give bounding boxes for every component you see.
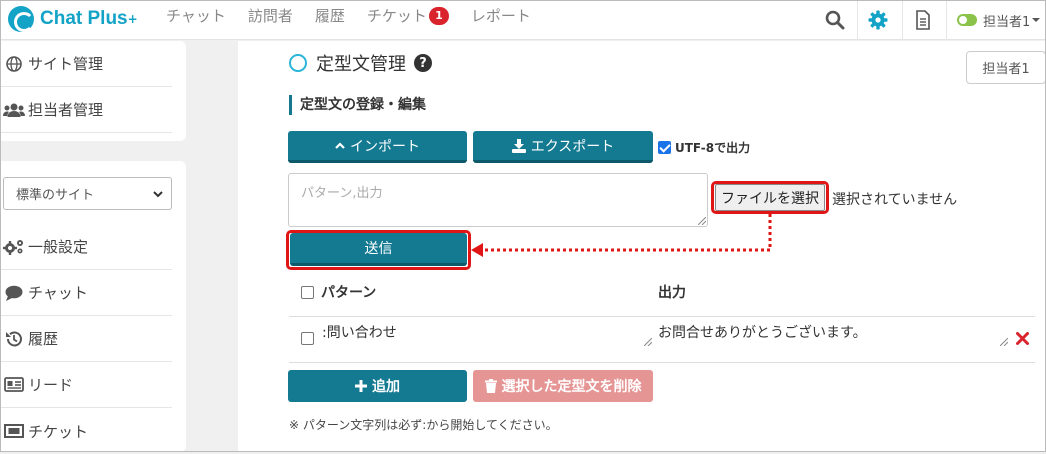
sidebar-item-site-admin[interactable]: サイト管理 [0, 41, 172, 87]
sidebar-item-label: 担当者管理 [28, 101, 104, 119]
sidebar-item-label: サイト管理 [28, 55, 104, 73]
user-menu[interactable]: 担当者1 [946, 0, 1046, 40]
search-icon [825, 10, 845, 30]
sidebar-admin-card: サイト管理 担当者管理 [0, 41, 186, 141]
chevron-down-icon [153, 191, 163, 198]
chatplus-logo-icon [8, 6, 34, 32]
users-icon [0, 102, 28, 118]
sidebar-item-tickets[interactable]: チケット [0, 408, 172, 454]
nav-tickets-label: チケット [366, 6, 427, 25]
comment-icon [0, 285, 28, 301]
main-nav: チャット 訪問者 履歴 チケット 1 レポート [166, 0, 553, 30]
plus-icon [355, 380, 367, 392]
export-button-label: エクスポート [530, 138, 615, 155]
page-title-text: 定型文管理 [316, 54, 406, 75]
trash-icon [484, 379, 497, 393]
nav-history[interactable]: 履歴 [315, 5, 345, 26]
nav-chat[interactable]: チャット [166, 5, 226, 26]
sidebar-item-label: 一般設定 [28, 238, 89, 256]
row-pattern-field[interactable]: :問い合わせ [322, 322, 397, 342]
dotted-arrow-icon [471, 214, 772, 257]
import-button[interactable]: インポート [288, 131, 467, 163]
top-navigation-bar: Chat Plus + チャット 訪問者 履歴 チケット 1 レポート 担当者1 [0, 0, 1046, 40]
search-button[interactable] [815, 0, 855, 40]
brand-plus: + [127, 12, 138, 26]
delete-selected-button[interactable]: 選択した定型文を削除 [473, 370, 653, 402]
nav-visitors[interactable]: 訪問者 [248, 5, 293, 26]
column-header-pattern: パターン [301, 282, 376, 302]
ticket-icon [0, 424, 28, 438]
caret-down-icon [1032, 18, 1041, 22]
chatplus-logo[interactable]: Chat Plus + [8, 5, 138, 33]
row-checkbox[interactable] [301, 332, 314, 345]
page-title: 定型文管理 ? [289, 50, 432, 76]
gear-icon [868, 10, 887, 30]
nav-reports[interactable]: レポート [471, 5, 531, 26]
nav-tickets[interactable]: チケット 1 [367, 5, 449, 26]
document-button[interactable] [902, 0, 942, 40]
tickets-count-badge: 1 [428, 6, 449, 25]
column-header-pattern-label: パターン [321, 285, 377, 301]
user-name: 担当者1 [983, 14, 1031, 30]
submit-button[interactable]: 送信 [290, 233, 467, 266]
import-button-label: インポート [350, 138, 420, 155]
brand-name: Chat Plus [40, 8, 128, 29]
globe-icon [0, 55, 28, 72]
section-heading: 定型文の登録・編集 [289, 95, 426, 115]
add-button[interactable]: 追加 [288, 370, 467, 402]
file-status: 選択されていません [832, 192, 958, 208]
status-toggle-icon[interactable] [957, 14, 977, 26]
site-select-value: 標準のサイト [16, 188, 95, 203]
sidebar-item-label: チャット [28, 284, 88, 302]
resize-grip-icon[interactable] [644, 338, 652, 346]
site-select[interactable]: 標準のサイト [3, 177, 172, 210]
sidebar-item-leads[interactable]: リード [0, 362, 172, 408]
export-button[interactable]: エクスポート [473, 131, 653, 163]
sidebar-item-label: 履歴 [28, 330, 59, 348]
row-output-field[interactable]: お問合せありがとうございます。 [658, 322, 867, 342]
help-icon[interactable]: ? [414, 54, 432, 72]
sidebar-item-history[interactable]: 履歴 [0, 316, 172, 362]
resize-grip-icon[interactable] [1000, 338, 1008, 346]
settings-button[interactable] [857, 0, 897, 40]
history-icon [0, 330, 28, 348]
sidebar-item-label: リード [28, 376, 74, 394]
sidebar-item-chat[interactable]: チャット [0, 270, 172, 316]
utf8-option[interactable]: UTF-8で出力 [658, 139, 750, 156]
sidebar-item-label: チケット [28, 422, 89, 441]
column-header-output: 出力 [658, 285, 686, 301]
table-divider [289, 316, 1035, 317]
table-divider [289, 362, 1035, 363]
sidebar-item-staff-admin[interactable]: 担当者管理 [0, 87, 172, 133]
select-all-checkbox[interactable] [301, 285, 314, 299]
document-icon [915, 10, 930, 30]
submit-button-label: 送信 [364, 241, 393, 257]
choose-file-button[interactable]: ファイルを選択 [715, 184, 825, 211]
cogs-icon [0, 239, 28, 255]
download-icon [511, 138, 526, 153]
delete-selected-label: 選択した定型文を削除 [501, 379, 642, 395]
utf8-label: UTF-8で出力 [675, 141, 751, 155]
add-button-label: 追加 [372, 379, 400, 395]
textarea-placeholder: パターン,出力 [301, 186, 383, 201]
circle-icon [289, 54, 307, 72]
staff-button[interactable]: 担当者1 [966, 51, 1046, 84]
delete-row-icon[interactable] [1016, 332, 1029, 345]
chevron-up-icon [335, 141, 345, 149]
utf8-checkbox[interactable] [658, 141, 671, 154]
sidebar-item-general-settings[interactable]: 一般設定 [0, 224, 172, 270]
id-card-icon [0, 377, 28, 392]
pattern-note: ※ パターン文字列は必ず:から開始してください。 [289, 418, 558, 432]
